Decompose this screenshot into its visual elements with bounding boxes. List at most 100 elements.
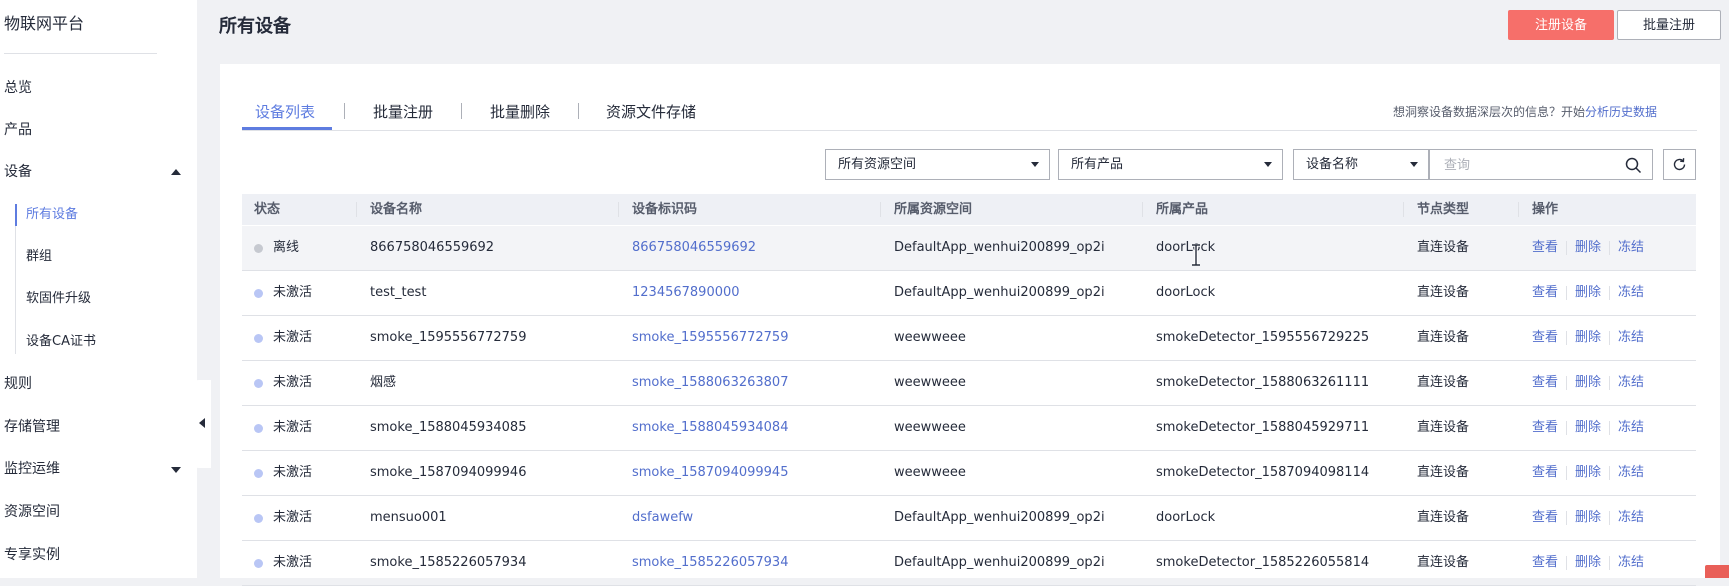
search-input[interactable] xyxy=(1442,151,1626,180)
delete-link[interactable]: 删除 xyxy=(1575,285,1601,300)
sidebar-item-storage[interactable]: 存储管理 xyxy=(4,417,60,437)
product-value: 所有产品 xyxy=(1071,157,1124,172)
refresh-icon xyxy=(1673,158,1686,171)
analyze-history-link[interactable]: 分析历史数据 xyxy=(1585,105,1657,119)
view-link[interactable]: 查看 xyxy=(1532,465,1558,480)
sidebar-item-products[interactable]: 产品 xyxy=(4,120,32,140)
view-link[interactable]: 查看 xyxy=(1532,285,1558,300)
freeze-link[interactable]: 冻结 xyxy=(1618,240,1644,255)
caret-up-icon[interactable] xyxy=(171,169,181,175)
floating-corner-badge[interactable] xyxy=(1705,565,1729,578)
cell-device-id-link[interactable]: 1234567890000 xyxy=(632,271,740,315)
cell-device-id-link[interactable]: smoke_1585226057934 xyxy=(632,541,788,585)
table-row[interactable]: 未激活 smoke_1588045934085 smoke_1588045934… xyxy=(242,406,1696,451)
action-separator xyxy=(1566,510,1568,525)
sidebar-item-dedicated-instance[interactable]: 专享实例 xyxy=(4,545,60,565)
column-separator xyxy=(1518,202,1519,217)
freeze-link[interactable]: 冻结 xyxy=(1618,420,1644,435)
cell-product: doorLock xyxy=(1156,510,1216,525)
view-link[interactable]: 查看 xyxy=(1532,420,1558,435)
cell-status: 未激活 xyxy=(273,555,313,570)
cell-device-id-link[interactable]: smoke_1595556772759 xyxy=(632,316,788,360)
tab-batch-delete[interactable]: 批量删除 xyxy=(490,101,550,122)
sidebar-item-resource-space[interactable]: 资源空间 xyxy=(4,502,60,522)
search-field-select[interactable]: 设备名称 xyxy=(1293,149,1429,180)
freeze-link[interactable]: 冻结 xyxy=(1618,555,1644,570)
sidebar-item-rules[interactable]: 规则 xyxy=(4,374,32,394)
sidebar-collapse-handle[interactable] xyxy=(187,380,211,468)
register-device-button[interactable]: 注册设备 xyxy=(1508,10,1614,40)
dropdown-arrow-icon xyxy=(1264,162,1272,167)
delete-link[interactable]: 删除 xyxy=(1575,465,1601,480)
product-select[interactable]: 所有产品 xyxy=(1058,149,1283,180)
cell-node-type: 直连设备 xyxy=(1417,240,1470,255)
table-row[interactable]: 未激活 smoke_1587094099946 smoke_1587094099… xyxy=(242,451,1696,496)
row-actions: 查看 删除 冻结 xyxy=(1532,496,1644,540)
submenu-guide xyxy=(15,204,16,354)
sidebar-item-device-ca[interactable]: 设备CA证书 xyxy=(26,332,96,352)
freeze-link[interactable]: 冻结 xyxy=(1618,465,1644,480)
cell-device-id-link[interactable]: dsfawefw xyxy=(632,496,693,540)
cell-device-name: test_test xyxy=(370,285,427,300)
batch-register-button[interactable]: 批量注册 xyxy=(1617,10,1721,40)
cell-status: 未激活 xyxy=(273,420,313,435)
view-link[interactable]: 查看 xyxy=(1532,510,1558,525)
sidebar-item-groups[interactable]: 群组 xyxy=(26,247,52,267)
tab-separator xyxy=(461,103,462,119)
freeze-link[interactable]: 冻结 xyxy=(1618,510,1644,525)
tab-device-list[interactable]: 设备列表 xyxy=(255,101,315,122)
tab-separator xyxy=(344,103,345,119)
view-link[interactable]: 查看 xyxy=(1532,240,1558,255)
tab-resource-file-storage[interactable]: 资源文件存储 xyxy=(606,101,696,122)
table-row[interactable]: 未激活 test_test 1234567890000 DefaultApp_w… xyxy=(242,271,1696,316)
table-row[interactable]: 离线 866758046559692 866758046559692 Defau… xyxy=(242,226,1696,271)
freeze-link[interactable]: 冻结 xyxy=(1618,285,1644,300)
status-dot-inactive xyxy=(254,379,263,388)
action-separator xyxy=(1566,375,1568,390)
table-row[interactable]: 未激活 smoke_1595556772759 smoke_1595556772… xyxy=(242,316,1696,361)
page-title: 所有设备 xyxy=(219,16,291,37)
refresh-button[interactable] xyxy=(1663,149,1696,180)
delete-link[interactable]: 删除 xyxy=(1575,510,1601,525)
sidebar-item-monitoring[interactable]: 监控运维 xyxy=(4,459,60,479)
resource-space-select[interactable]: 所有资源空间 xyxy=(825,149,1050,180)
table-row[interactable]: 未激活 mensuo001 dsfawefw DefaultApp_wenhui… xyxy=(242,496,1696,541)
sidebar-item-firmware[interactable]: 软固件升级 xyxy=(26,289,91,309)
action-separator xyxy=(1609,330,1611,345)
freeze-link[interactable]: 冻结 xyxy=(1618,375,1644,390)
resource-space-value: 所有资源空间 xyxy=(838,157,917,172)
delete-link[interactable]: 删除 xyxy=(1575,375,1601,390)
caret-down-icon[interactable] xyxy=(171,467,181,473)
view-link[interactable]: 查看 xyxy=(1532,330,1558,345)
tab-active-underline xyxy=(242,127,332,130)
delete-link[interactable]: 删除 xyxy=(1575,420,1601,435)
action-separator xyxy=(1609,240,1611,255)
sidebar-item-devices[interactable]: 设备 xyxy=(4,162,32,182)
sidebar-item-all-devices[interactable]: 所有设备 xyxy=(26,205,78,225)
view-link[interactable]: 查看 xyxy=(1532,555,1558,570)
cell-device-id-link[interactable]: smoke_1588063263807 xyxy=(632,361,788,405)
tab-batch-register[interactable]: 批量注册 xyxy=(373,101,433,122)
cell-device-name: 烟感 xyxy=(370,375,397,390)
status-dot-inactive xyxy=(254,424,263,433)
cell-device-name: smoke_1588045934085 xyxy=(370,420,527,435)
sidebar-item-overview[interactable]: 总览 xyxy=(4,78,32,98)
freeze-link[interactable]: 冻结 xyxy=(1618,330,1644,345)
cell-resource-space: DefaultApp_wenhui200899_op2i xyxy=(894,285,1105,300)
table-row[interactable]: 未激活 smoke_1585226057934 smoke_1585226057… xyxy=(242,541,1696,586)
cell-device-id-link[interactable]: smoke_1588045934084 xyxy=(632,406,788,450)
cell-resource-space: weewweee xyxy=(894,375,966,390)
column-header-product: 所属产品 xyxy=(1156,202,1209,217)
cell-device-name: smoke_1595556772759 xyxy=(370,330,527,345)
cell-device-id-link[interactable]: 866758046559692 xyxy=(632,226,756,270)
active-indicator xyxy=(15,204,17,226)
delete-link[interactable]: 删除 xyxy=(1575,330,1601,345)
cell-device-id-link[interactable]: smoke_1587094099945 xyxy=(632,451,788,495)
delete-link[interactable]: 删除 xyxy=(1575,555,1601,570)
search-icon[interactable] xyxy=(1625,157,1642,178)
table-row[interactable]: 未激活 烟感 smoke_1588063263807 weewweee smok… xyxy=(242,361,1696,406)
column-header-device-name: 设备名称 xyxy=(370,202,423,217)
cell-product: smokeDetector_1588063261111 xyxy=(1156,375,1370,390)
view-link[interactable]: 查看 xyxy=(1532,375,1558,390)
delete-link[interactable]: 删除 xyxy=(1575,240,1601,255)
